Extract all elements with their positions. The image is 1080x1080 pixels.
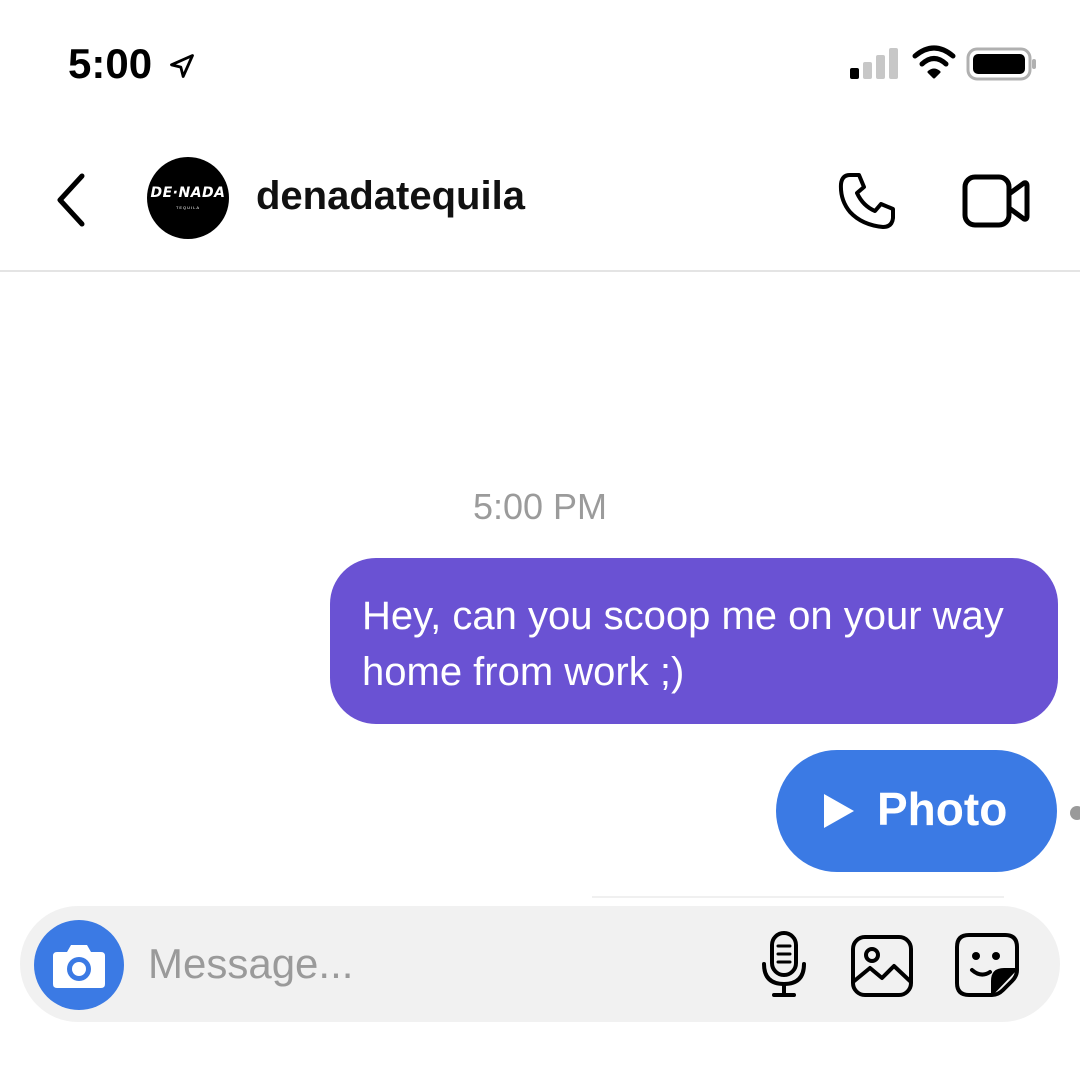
- back-chevron-icon[interactable]: [52, 170, 92, 230]
- sticker-icon[interactable]: [954, 932, 1020, 998]
- battery-icon: [966, 47, 1036, 81]
- message-composer: [20, 906, 1060, 1022]
- divider: [592, 896, 1004, 898]
- dm-thread-screen: 5:00 DE·NADA TEQUILA denadatequila 5:00 …: [0, 0, 1080, 1080]
- camera-icon: [53, 945, 105, 988]
- video-camera-icon[interactable]: [962, 174, 1030, 228]
- message-bubble-text[interactable]: Hey, can you scoop me on your way home f…: [330, 558, 1058, 724]
- microphone-icon[interactable]: [758, 930, 810, 1000]
- message-input[interactable]: [148, 934, 708, 994]
- message-timestamp: 5:00 PM: [472, 486, 608, 527]
- camera-button[interactable]: [34, 920, 124, 1010]
- play-icon: [824, 794, 854, 828]
- wifi-icon: [912, 45, 956, 79]
- chat-username[interactable]: denadatequila: [256, 174, 525, 219]
- phone-icon[interactable]: [836, 170, 898, 232]
- status-time: 5:00: [68, 40, 153, 87]
- message-bubble-photo[interactable]: Photo: [776, 750, 1057, 872]
- chat-header: DE·NADA TEQUILA denadatequila: [0, 140, 1080, 272]
- message-text: Hey, can you scoop me on your way home f…: [362, 594, 1004, 694]
- location-arrow-icon: [170, 54, 194, 78]
- gallery-icon[interactable]: [850, 934, 914, 998]
- signal-icon: [850, 48, 898, 79]
- avatar-logo-text: DE·NADA: [150, 185, 226, 201]
- avatar-logo-subtext: TEQUILA: [175, 205, 201, 210]
- message-status-dot: [1070, 806, 1080, 820]
- avatar[interactable]: DE·NADA TEQUILA: [147, 157, 229, 239]
- photo-label: Photo: [877, 783, 1008, 835]
